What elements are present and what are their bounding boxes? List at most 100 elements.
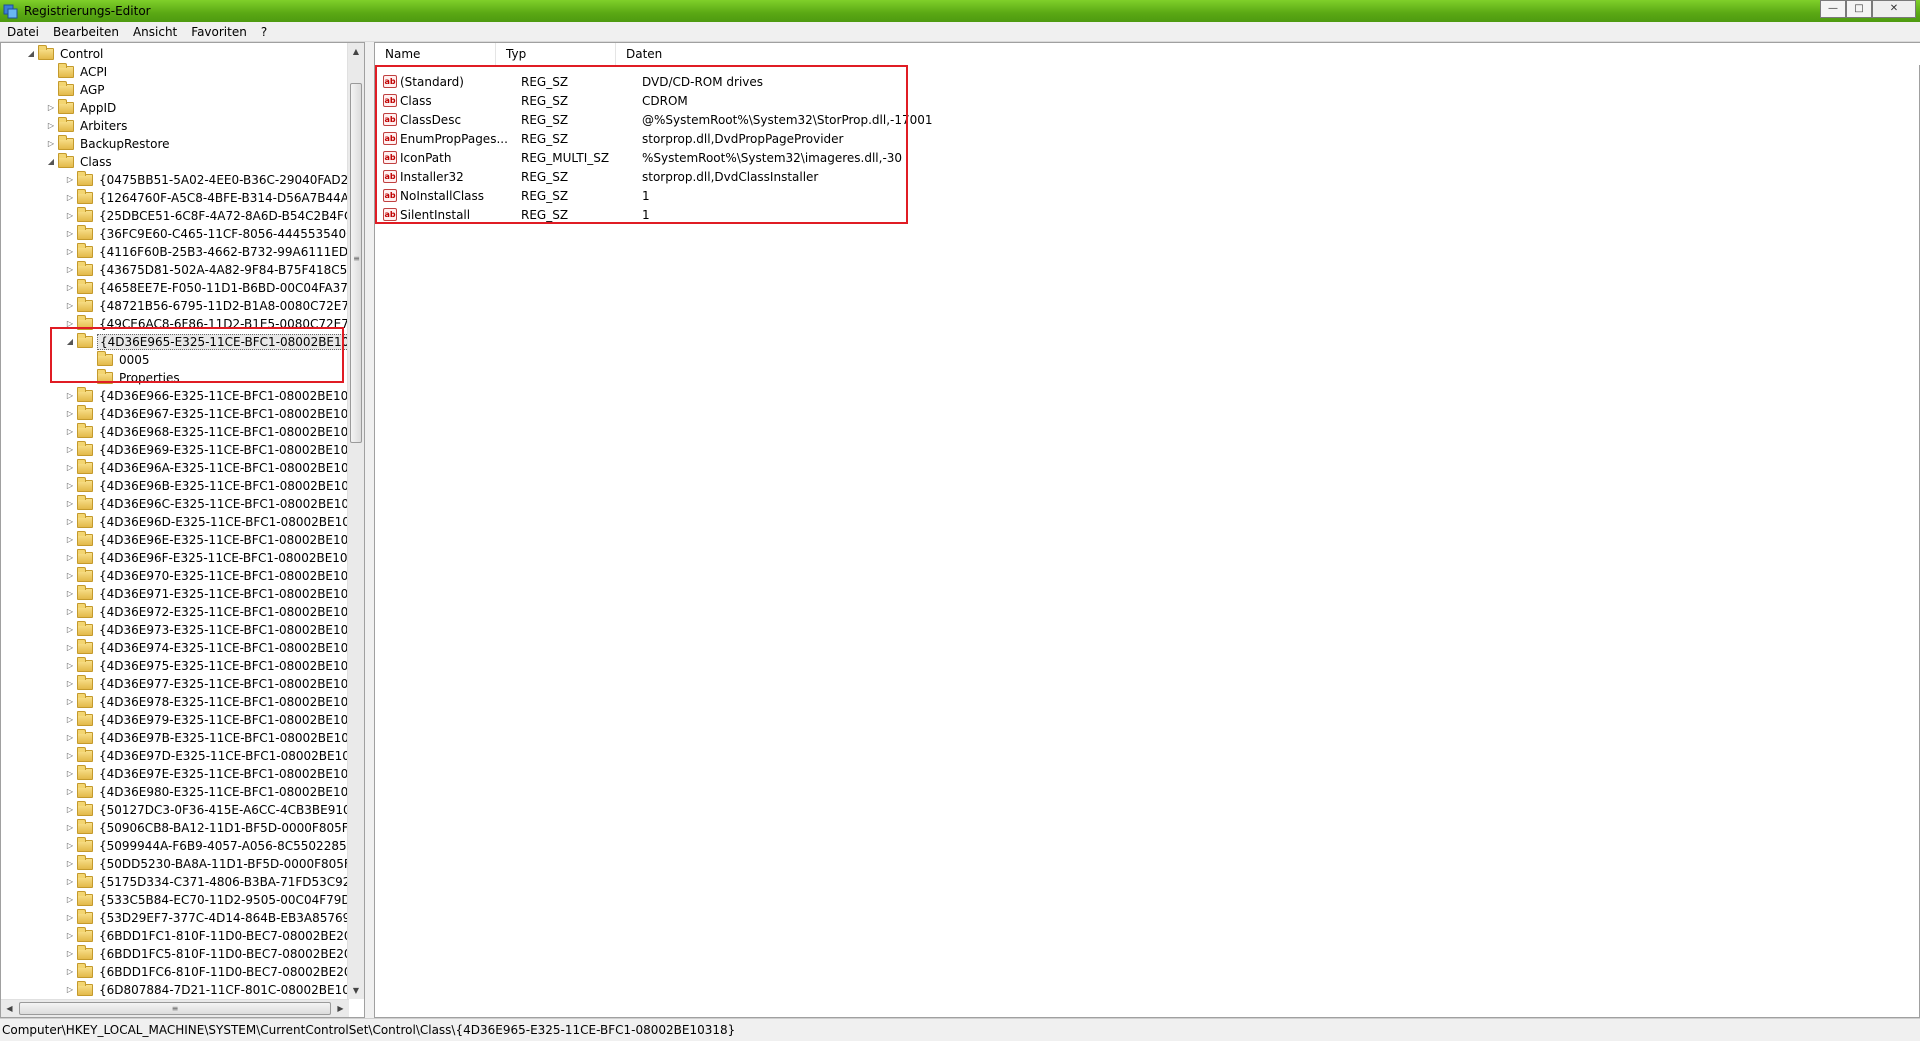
tree-node[interactable]: ▷ {4658EE7E-F050-11D1-B6BD-00C04FA372A7} [65, 279, 349, 297]
menu-ansicht[interactable]: Ansicht [126, 22, 184, 42]
menu-bearbeiten[interactable]: Bearbeiten [46, 22, 126, 42]
expand-arrow-icon[interactable]: ▷ [65, 873, 75, 891]
tree-node[interactable]: ▷ BackupRestore [46, 135, 172, 153]
menu-favoriten[interactable]: Favoriten [184, 22, 254, 42]
expand-arrow-icon[interactable]: ▷ [65, 495, 75, 513]
expand-arrow-icon[interactable]: ▷ [65, 477, 75, 495]
expand-arrow-icon[interactable]: ▷ [65, 855, 75, 873]
expand-arrow-icon[interactable]: ▷ [65, 585, 75, 603]
tree-node[interactable]: ▷ {4D36E96C-E325-11CE-BFC1-08002BE10318} [65, 495, 349, 513]
tree-node[interactable]: ▷ {4D36E970-E325-11CE-BFC1-08002BE10318} [65, 567, 349, 585]
registry-tree-pane[interactable]: ◢ Control ACPI AGP ▷ AppID ▷ Arbiters ▷ BackupRes… [0, 42, 365, 1018]
column-header-data[interactable]: Daten [616, 43, 1920, 65]
expand-arrow-icon[interactable]: ▷ [65, 693, 75, 711]
tree-node[interactable]: ▷ {4D36E971-E325-11CE-BFC1-08002BE10318} [65, 585, 349, 603]
tree-node[interactable]: ▷ AppID [46, 99, 118, 117]
tree-node[interactable]: ▷ {6BDD1FC5-810F-11D0-BEC7-08002BE2092F} [65, 945, 349, 963]
expand-arrow-icon[interactable]: ▷ [65, 837, 75, 855]
tree-node[interactable]: ▷ {4D36E967-E325-11CE-BFC1-08002BE10318} [65, 405, 349, 423]
tree-node[interactable]: ▷ {4D36E96A-E325-11CE-BFC1-08002BE10318} [65, 459, 349, 477]
tree-node[interactable]: ▷ {53D29EF7-377C-4D14-864B-EB3A85769359} [65, 909, 349, 927]
tree-node[interactable]: ▷ {50906CB8-BA12-11D1-BF5D-0000F805F530} [65, 819, 349, 837]
menu-datei[interactable]: Datei [0, 22, 46, 42]
tree-node[interactable]: ▷ {4116F60B-25B3-4662-B732-99A6111EDC0B} [65, 243, 349, 261]
column-header-name[interactable]: Name [375, 43, 496, 65]
expand-arrow-icon[interactable]: ▷ [65, 603, 75, 621]
tree-node[interactable]: ▷ {1264760F-A5C8-4BFE-B314-D56A7B44A362} [65, 189, 349, 207]
expand-arrow-icon[interactable]: ▷ [65, 279, 75, 297]
tree-node[interactable]: ▷ {4D36E979-E325-11CE-BFC1-08002BE10318} [65, 711, 349, 729]
expand-arrow-icon[interactable]: ▷ [65, 783, 75, 801]
tree-node[interactable]: ▷ {4D36E968-E325-11CE-BFC1-08002BE10318} [65, 423, 349, 441]
tree-node[interactable]: ▷ {5175D334-C371-4806-B3BA-71FD53C9258D} [65, 873, 349, 891]
minimize-button[interactable]: — [1820, 0, 1846, 18]
expand-arrow-icon[interactable]: ▷ [65, 189, 75, 207]
expand-arrow-icon[interactable]: ▷ [65, 243, 75, 261]
scroll-right-arrow-icon[interactable]: ▶ [332, 1000, 349, 1018]
tree-node[interactable]: ▷ {4D36E96E-E325-11CE-BFC1-08002BE10318} [65, 531, 349, 549]
tree-node[interactable]: ◢ Control [26, 45, 105, 63]
expand-arrow-icon[interactable]: ▷ [65, 225, 75, 243]
expand-arrow-icon[interactable]: ▷ [46, 135, 56, 153]
collapse-arrow-icon[interactable]: ◢ [46, 153, 56, 171]
tree-node[interactable]: ▷ {48721B56-6795-11D2-B1A8-0080C72E74A2} [65, 297, 349, 315]
tree-vertical-scrollbar[interactable]: ▲ ≡ ▼ [347, 43, 364, 999]
expand-arrow-icon[interactable]: ▷ [65, 711, 75, 729]
tree-node[interactable]: ▷ {4D36E972-E325-11CE-BFC1-08002BE10318} [65, 603, 349, 621]
expand-arrow-icon[interactable]: ▷ [65, 963, 75, 981]
collapse-arrow-icon[interactable]: ◢ [26, 45, 36, 63]
expand-arrow-icon[interactable]: ▷ [65, 729, 75, 747]
tree-node[interactable]: ▷ {4D36E96D-E325-11CE-BFC1-08002BE10318} [65, 513, 349, 531]
tree-node[interactable]: ▷ {36FC9E60-C465-11CF-8056-444553540000} [65, 225, 349, 243]
tree-node[interactable]: ▷ {4D36E97E-E325-11CE-BFC1-08002BE10318} [65, 765, 349, 783]
expand-arrow-icon[interactable]: ▷ [65, 801, 75, 819]
expand-arrow-icon[interactable]: ▷ [65, 675, 75, 693]
expand-arrow-icon[interactable]: ▷ [65, 171, 75, 189]
expand-arrow-icon[interactable]: ▷ [46, 117, 56, 135]
tree-node[interactable]: ▷ {4D36E97B-E325-11CE-BFC1-08002BE10318} [65, 729, 349, 747]
tree-node[interactable]: ▷ {4D36E96F-E325-11CE-BFC1-08002BE10318} [65, 549, 349, 567]
expand-arrow-icon[interactable]: ▷ [65, 387, 75, 405]
tree-node[interactable]: ▷ Arbiters [46, 117, 129, 135]
expand-arrow-icon[interactable]: ▷ [65, 927, 75, 945]
expand-arrow-icon[interactable]: ▷ [65, 765, 75, 783]
expand-arrow-icon[interactable]: ▷ [65, 819, 75, 837]
tree-vscroll-thumb[interactable]: ≡ [350, 83, 362, 443]
column-header-type[interactable]: Typ [496, 43, 616, 65]
expand-arrow-icon[interactable]: ▷ [65, 981, 75, 999]
tree-node[interactable]: ▷ {4D36E975-E325-11CE-BFC1-08002BE10318} [65, 657, 349, 675]
tree-node[interactable]: ▷ {4D36E969-E325-11CE-BFC1-08002BE10318} [65, 441, 349, 459]
expand-arrow-icon[interactable]: ▷ [65, 261, 75, 279]
scroll-down-arrow-icon[interactable]: ▼ [348, 982, 364, 999]
registry-values-pane[interactable]: Name Typ Daten ab (Standard) REG_SZ DVD/CD-… [374, 42, 1920, 1018]
tree-node[interactable]: ▷ {25DBCE51-6C8F-4A72-8A6D-B54C2B4FC835} [65, 207, 349, 225]
expand-arrow-icon[interactable]: ▷ [65, 891, 75, 909]
expand-arrow-icon[interactable]: ▷ [65, 639, 75, 657]
expand-arrow-icon[interactable]: ▷ [65, 297, 75, 315]
tree-node[interactable]: ◢ Class [46, 153, 114, 171]
tree-node[interactable]: ▷ {4D36E97D-E325-11CE-BFC1-08002BE10318} [65, 747, 349, 765]
expand-arrow-icon[interactable]: ▷ [46, 99, 56, 117]
tree-node[interactable]: ▷ {6D807884-7D21-11CF-801C-08002BE10318} [65, 981, 349, 999]
expand-arrow-icon[interactable]: ▷ [65, 531, 75, 549]
title-bar[interactable]: Registrierungs-Editor — □ ✕ [0, 0, 1920, 22]
menu-help[interactable]: ? [254, 22, 274, 42]
tree-node[interactable]: ▷ {5099944A-F6B9-4057-A056-8C550228544C} [65, 837, 349, 855]
tree-horizontal-scrollbar[interactable]: ◀ ≡ ▶ [1, 999, 349, 1017]
tree-node[interactable]: ▷ {50DD5230-BA8A-11D1-BF5D-0000F805F530} [65, 855, 349, 873]
scroll-up-arrow-icon[interactable]: ▲ [348, 43, 364, 60]
expand-arrow-icon[interactable]: ▷ [65, 621, 75, 639]
tree-node[interactable]: ▷ {4D36E978-E325-11CE-BFC1-08002BE10318} [65, 693, 349, 711]
tree-node[interactable]: ▷ {4D36E973-E325-11CE-BFC1-08002BE10318} [65, 621, 349, 639]
expand-arrow-icon[interactable]: ▷ [65, 513, 75, 531]
tree-node[interactable]: ▷ {4D36E966-E325-11CE-BFC1-08002BE10318} [65, 387, 349, 405]
tree-node[interactable]: ACPI [46, 63, 109, 81]
expand-arrow-icon[interactable]: ▷ [65, 945, 75, 963]
scroll-left-arrow-icon[interactable]: ◀ [1, 1000, 18, 1018]
expand-arrow-icon[interactable]: ▷ [65, 909, 75, 927]
expand-arrow-icon[interactable]: ▷ [65, 423, 75, 441]
tree-node[interactable]: ▷ {4D36E96B-E325-11CE-BFC1-08002BE10318} [65, 477, 349, 495]
expand-arrow-icon[interactable]: ▷ [65, 657, 75, 675]
expand-arrow-icon[interactable]: ▷ [65, 549, 75, 567]
tree-node[interactable]: ▷ {6BDD1FC1-810F-11D0-BEC7-08002BE2092F} [65, 927, 349, 945]
